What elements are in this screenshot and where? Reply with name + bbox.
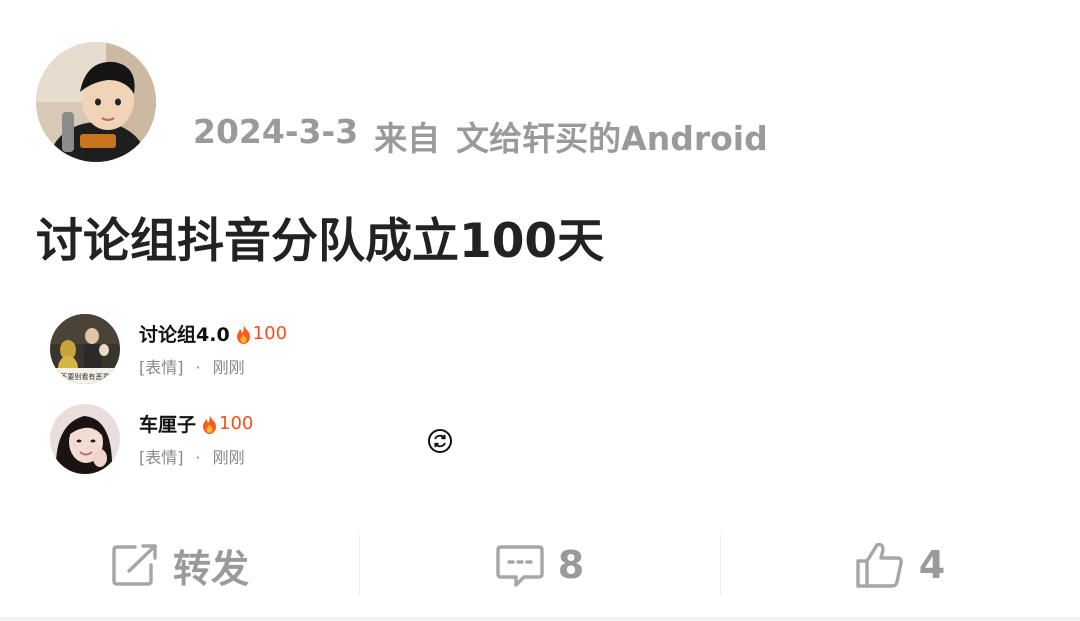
chat-name-row: 车厘子 100 [139, 410, 253, 437]
post-title: 讨论组抖音分队成立100天 [36, 214, 605, 269]
chat-name: 车厘子 [139, 414, 197, 436]
chat-avatar-caption: 不要别看有恶意 [61, 372, 110, 381]
like-icon [856, 542, 903, 588]
chat-preview-separator: · [195, 358, 201, 377]
repost-label: 转发 [172, 546, 249, 591]
chat-preview: [表情] · 刚刚 [139, 354, 245, 378]
repost-icon [112, 544, 157, 586]
action-divider [359, 534, 360, 596]
chat-preview-text: [表情] [139, 358, 184, 377]
refresh-icon[interactable] [427, 428, 453, 454]
post-meta: 2024-3-3 来自 文给轩买的Android [193, 112, 768, 160]
fire-count: 100 [219, 413, 254, 434]
chat-time: 刚刚 [212, 358, 245, 377]
chat-name: 讨论组4.0 [139, 324, 230, 346]
fire-badge: 100 [235, 323, 287, 344]
post-source-prefix: 来自 [374, 119, 441, 158]
comment-count: 8 [557, 543, 585, 587]
like-button[interactable]: 4 [720, 520, 1080, 610]
post-source-device: 文给轩买的Android [456, 119, 768, 158]
repost-button[interactable]: 转发 [0, 520, 360, 610]
chat-preview: [表情] · 刚刚 [139, 444, 245, 468]
fire-icon [203, 413, 217, 434]
author-avatar[interactable] [36, 42, 156, 162]
action-bar: 转发 8 4 [0, 520, 1080, 610]
post-date: 2024-3-3 [193, 112, 359, 151]
chat-preview-separator: · [195, 448, 201, 467]
chat-avatar-group: 不要别看有恶意 [50, 314, 120, 384]
action-divider [720, 534, 721, 596]
fire-count: 100 [252, 323, 288, 344]
fire-badge: 100 [201, 413, 253, 434]
comment-icon [496, 545, 544, 587]
chat-preview-text: [表情] [139, 448, 184, 467]
chat-item-group[interactable]: 不要别看有恶意 讨论组4.0 100 [表情] · 刚刚 [50, 314, 510, 384]
fire-icon [236, 323, 250, 344]
chat-name-row: 讨论组4.0 100 [139, 320, 287, 347]
chat-avatar-contact [50, 404, 120, 474]
chat-time: 刚刚 [212, 448, 245, 467]
comment-button[interactable]: 8 [360, 520, 720, 610]
bottom-divider [0, 617, 1080, 621]
like-count: 4 [918, 543, 946, 587]
